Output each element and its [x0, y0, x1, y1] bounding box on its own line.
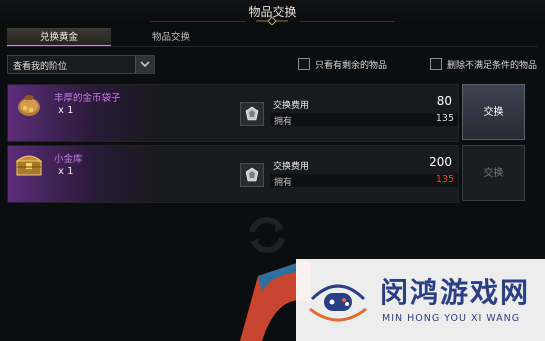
owned-value: 135: [435, 113, 454, 124]
chevron-down-icon[interactable]: [135, 56, 154, 73]
currency-icon: [240, 102, 264, 126]
only-remaining-label: 只看有剩余的物品: [315, 61, 388, 71]
item-quantity: x 1: [58, 105, 74, 116]
exchange-button[interactable]: 交换: [462, 84, 525, 140]
currency-icon: [240, 163, 264, 187]
checkbox-box[interactable]: [298, 58, 310, 70]
cost-value: 80: [436, 94, 452, 108]
owned-bar: 拥有 135: [270, 113, 458, 127]
treasure-chest-icon: [15, 155, 43, 176]
tab-bar: 兑换黄金 物品交换: [7, 28, 538, 47]
title-divider-left: [150, 21, 245, 22]
checkbox-box[interactable]: [430, 58, 442, 70]
item-name: 丰厚的金币袋子: [54, 93, 121, 104]
only-remaining-checkbox[interactable]: 只看有剩余的物品: [298, 57, 408, 71]
watermark-title: 闵鸿游戏网: [380, 276, 531, 309]
owned-value: 135: [435, 174, 454, 185]
watermark: 闵鸿游戏网 MIN HONG YOU XI WANG: [296, 259, 545, 341]
ornament-icon: [256, 17, 288, 25]
hide-unqualified-label: 删除不满足条件的物品: [447, 61, 538, 71]
gold-pouch-icon: [18, 95, 40, 116]
owned-label: 拥有: [274, 178, 293, 188]
cost-label: 交换费用: [273, 162, 310, 172]
exchange-row: 小金库 x 1 交换费用 200 拥有 135: [7, 145, 459, 203]
cost-label: 交换费用: [273, 101, 310, 111]
gamepad-logo-icon: [309, 284, 367, 322]
refresh-icon: [249, 216, 285, 254]
hide-unqualified-checkbox[interactable]: 删除不满足条件的物品: [430, 57, 545, 71]
title-bar: 物品交换: [0, 0, 545, 26]
exchange-row: 丰厚的金币袋子 x 1 交换费用 80 拥有 135: [7, 84, 459, 142]
owned-bar: 拥有 135: [270, 174, 458, 188]
cost-value: 200: [429, 155, 452, 169]
owned-label: 拥有: [274, 117, 293, 127]
rank-filter-dropdown[interactable]: 查看我的阶位: [7, 55, 155, 74]
tab-divider: [7, 46, 538, 47]
exchange-button-disabled[interactable]: 交换: [462, 145, 525, 201]
tab-exchange-gold[interactable]: 兑换黄金: [7, 28, 111, 47]
rank-filter-value: 查看我的阶位: [13, 62, 68, 72]
title-divider-right: [300, 21, 395, 22]
tab-item-exchange[interactable]: 物品交换: [111, 28, 231, 47]
item-quantity: x 1: [58, 166, 74, 177]
item-name: 小金库: [54, 154, 83, 165]
watermark-subtitle: MIN HONG YOU XI WANG: [382, 313, 521, 324]
